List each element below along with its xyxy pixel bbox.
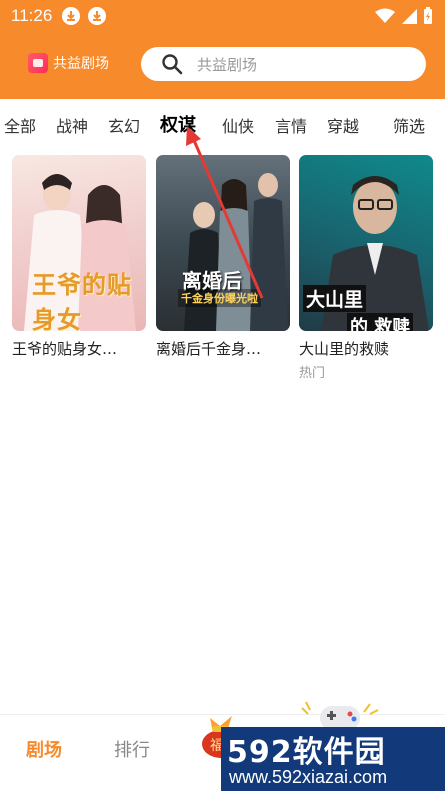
poster-caption: 王爷的贴身女	[32, 270, 132, 331]
nav-ranking[interactable]: 排行	[114, 736, 150, 762]
search-placeholder: 共益剧场	[197, 55, 258, 74]
drama-poster: 大山里 的 救赎	[299, 155, 433, 331]
signal-icon	[402, 9, 417, 24]
tab-fantasy[interactable]: 玄幻	[108, 113, 140, 137]
search-bar[interactable]: 共益剧场	[141, 47, 426, 81]
app-brand: 共益剧场	[28, 53, 109, 73]
download-icon	[88, 7, 106, 25]
watermark-brand: 592软件园	[227, 735, 386, 770]
tab-romance[interactable]: 言情	[275, 113, 307, 137]
drama-title: 离婚后千金身…	[156, 340, 262, 358]
drama-poster: 离婚后 千金身份曝光啦	[156, 155, 290, 331]
wifi-icon	[375, 8, 395, 23]
app-logo-icon	[28, 53, 48, 73]
drama-card[interactable]: 离婚后 千金身份曝光啦 离婚后千金身…	[156, 155, 290, 359]
tab-xianxia[interactable]: 仙侠	[222, 113, 254, 137]
app-name: 共益剧场	[53, 56, 109, 72]
drama-title: 王爷的贴身女…	[12, 340, 118, 358]
hot-badge: 热门	[299, 366, 326, 381]
drama-card[interactable]: 王爷的贴身女 王爷的贴身女…	[12, 155, 146, 359]
poster-subcaption: 的 救赎	[347, 313, 414, 331]
tab-war-god[interactable]: 战神	[56, 113, 88, 137]
status-bar: 11:26	[0, 0, 445, 32]
poster-subcaption: 千金身份曝光啦	[178, 289, 261, 307]
status-right-icons	[375, 6, 433, 26]
download-icon	[62, 7, 80, 25]
tab-time-travel[interactable]: 穿越	[327, 113, 359, 137]
tab-all[interactable]: 全部	[4, 113, 36, 137]
filter-button[interactable]: 筛选	[393, 113, 425, 137]
drama-title: 大山里的救赎	[299, 340, 390, 358]
status-time: 11:26	[11, 6, 53, 25]
search-icon	[162, 54, 183, 75]
nav-theater[interactable]: 剧场	[26, 736, 62, 762]
drama-poster: 王爷的贴身女	[12, 155, 146, 331]
watermark-url: www.592xiazai.com	[229, 767, 388, 787]
app-header: 11:26 共益剧场 共益剧场	[0, 0, 445, 99]
drama-card[interactable]: 大山里 的 救赎 大山里的救赎 热门	[299, 155, 433, 381]
watermark: 592软件园 www.592xiazai.com	[221, 727, 445, 791]
tab-intrigue[interactable]: 权谋	[160, 111, 196, 137]
poster-caption: 大山里	[303, 285, 367, 312]
battery-icon	[424, 7, 432, 24]
